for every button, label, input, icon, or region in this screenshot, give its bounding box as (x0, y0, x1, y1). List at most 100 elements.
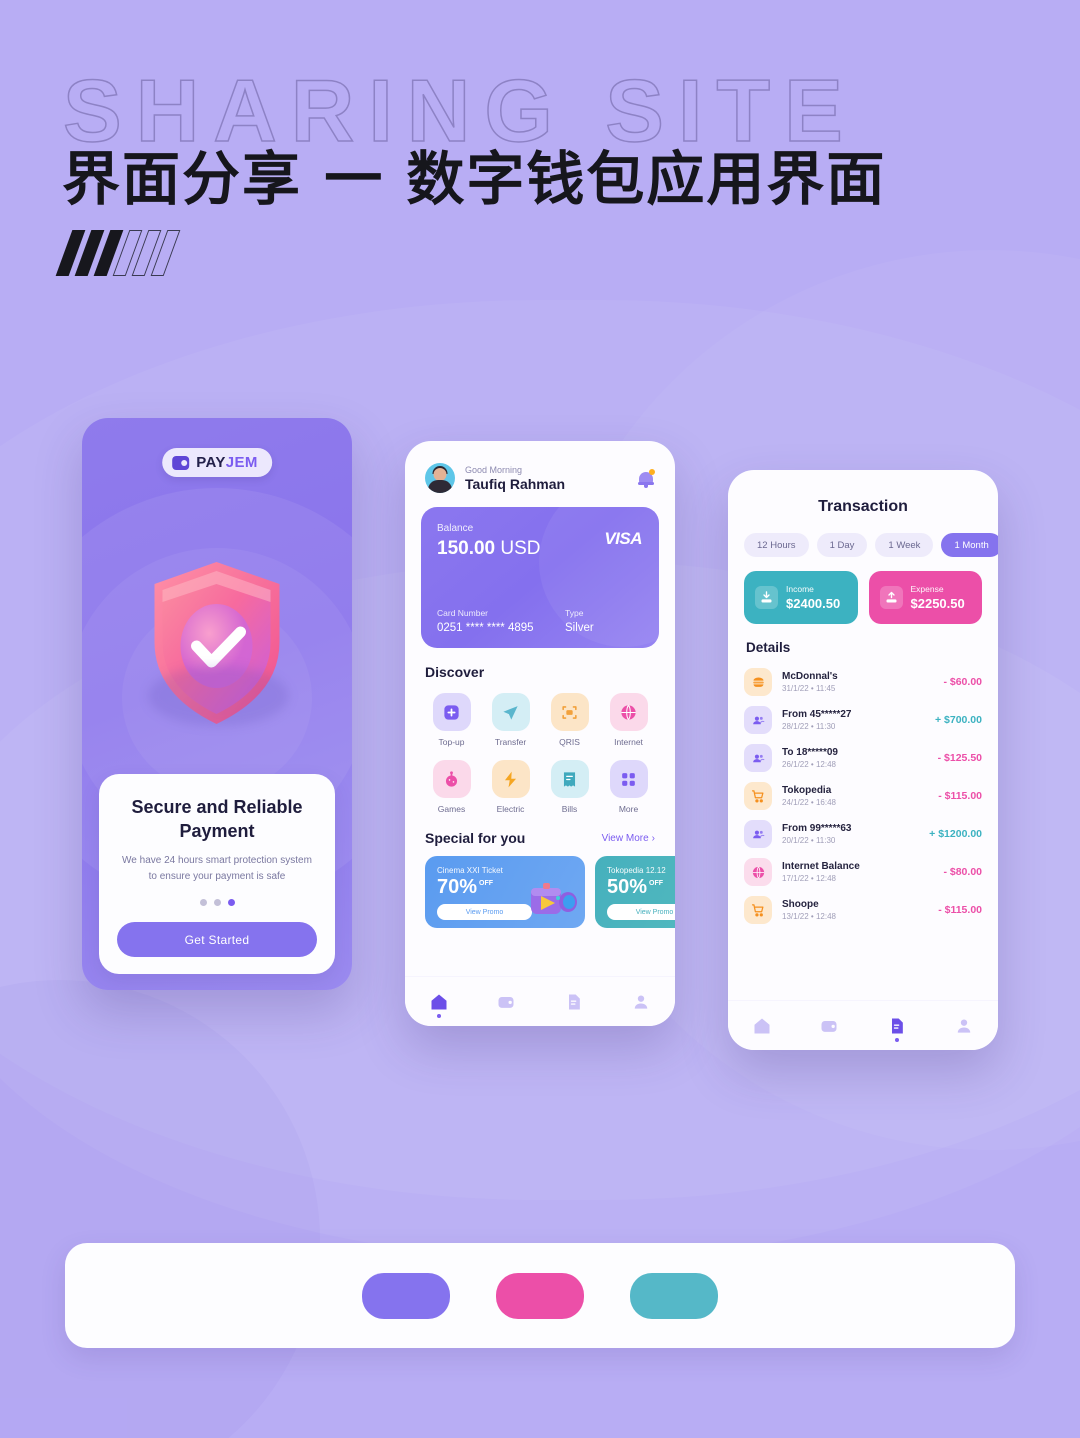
people-icon (744, 820, 772, 848)
filter-chip-12-hours[interactable]: 12 Hours (744, 533, 809, 557)
transaction-row[interactable]: From 99*****63 20/1/22 • 11:30 + $1200.0… (744, 815, 982, 853)
discover-item-internet[interactable]: Internet (602, 693, 655, 747)
logo-pay-text: PAY (196, 454, 226, 471)
balance-amount: 150.00 (437, 538, 496, 559)
pagination-dots[interactable] (117, 899, 317, 906)
nav-home[interactable] (747, 1011, 777, 1041)
bell-icon[interactable] (637, 468, 655, 488)
onboarding-title: Secure and Reliable Payment (131, 797, 303, 841)
transaction-row[interactable]: To 18*****09 26/1/22 • 12:48 - $125.50 (744, 739, 982, 777)
summary-card-income[interactable]: Income $2400.50 (744, 571, 858, 624)
promo-card[interactable]: Cinema XXI Ticket 70% OFF View Promo (425, 856, 585, 928)
transaction-meta: 17/1/22 • 12:48 (782, 874, 836, 883)
discover-item-qris[interactable]: QRIS (543, 693, 596, 747)
transaction-name: Internet Balance (782, 861, 860, 872)
transaction-meta: 26/1/22 • 12:48 (782, 760, 836, 769)
nav-person[interactable] (949, 1011, 979, 1041)
wallet-icon (172, 455, 190, 470)
discover-item-transfer[interactable]: Transfer (484, 693, 537, 747)
transaction-row[interactable]: Internet Balance 17/1/22 • 12:48 - $80.0… (744, 853, 982, 891)
transaction-list: McDonnal's 31/1/22 • 11:45 - $60.00 From… (728, 655, 998, 929)
nav-wallet[interactable] (491, 987, 521, 1017)
nav-document[interactable] (559, 987, 589, 1017)
summary-value: $2250.50 (910, 596, 965, 611)
burger-icon (744, 668, 772, 696)
summary-row: Income $2400.50 Expense $2250.50 (728, 557, 998, 624)
transaction-meta: 20/1/22 • 11:30 (782, 836, 836, 845)
discover-title: Discover (425, 664, 485, 680)
discover-item-label: Internet (614, 737, 643, 747)
promo-off-suffix: OFF (649, 880, 664, 888)
promo-off-suffix: OFF (479, 880, 494, 888)
transaction-amount: + $1200.00 (929, 828, 982, 840)
page-header: SHARING SITE 界面分享 一 数字钱包应用界面 (0, 0, 1080, 300)
view-more-button[interactable]: View More › (602, 833, 655, 844)
nav-document[interactable] (882, 1011, 912, 1042)
phone-home-screen: Good Morning Taufiq Rahman Balance 150.0… (405, 441, 675, 1026)
transaction-name: To 18*****09 (782, 747, 838, 758)
discover-item-more[interactable]: More (602, 760, 655, 814)
promo-title: Cinema XXI Ticket (437, 866, 503, 875)
transaction-row[interactable]: McDonnal's 31/1/22 • 11:45 - $60.00 (744, 663, 982, 701)
grid-dots-icon (609, 760, 648, 798)
transaction-row[interactable]: Shoope 13/1/22 • 12:48 - $115.00 (744, 891, 982, 929)
transaction-row[interactable]: From 45*****27 28/1/22 • 11:30 + $700.00 (744, 701, 982, 739)
color-palette-bar (65, 1243, 1015, 1348)
discover-item-label: Bills (561, 804, 578, 814)
summary-card-expense[interactable]: Expense $2250.50 (868, 571, 982, 624)
details-title: Details (746, 640, 791, 655)
transaction-amount: - $115.00 (938, 904, 982, 916)
shield-check-3d-illustration (125, 546, 310, 751)
onboarding-description: We have 24 hours smart protection system… (122, 855, 312, 882)
phone-onboarding-screen: PAYJEM Secure and Reliable Payment We ha… (82, 418, 352, 990)
greeting-text: Good Morning (465, 464, 523, 475)
discover-item-games[interactable]: Games (425, 760, 478, 814)
nav-wallet[interactable] (814, 1011, 844, 1041)
balance-card[interactable]: Balance 150.00 USD VISA Card Number 0251… (421, 507, 659, 648)
filter-chip-1-day[interactable]: 1 Day (816, 533, 868, 557)
discover-item-label: Transfer (494, 737, 527, 747)
joystick-icon (432, 760, 471, 798)
transaction-name: From 45*****27 (782, 709, 852, 720)
people-icon (744, 706, 772, 734)
transaction-amount: - $60.00 (943, 676, 982, 688)
profile-header: Good Morning Taufiq Rahman (405, 441, 675, 507)
promo-list: Cinema XXI Ticket 70% OFF View Promo Toko… (405, 846, 675, 928)
card-type-label: Type (565, 608, 584, 618)
view-promo-button[interactable]: View Promo (607, 904, 675, 920)
card-type-value: Silver (565, 622, 594, 634)
nav-person[interactable] (626, 987, 656, 1017)
globe-icon (744, 858, 772, 886)
people-icon (744, 744, 772, 772)
color-swatch[interactable] (496, 1272, 584, 1319)
nav-home[interactable] (424, 987, 454, 1018)
discover-item-label: Electric (496, 804, 525, 814)
special-title: Special for you (425, 830, 526, 846)
special-header: Special for you View More › (405, 814, 675, 846)
bottom-navigation (728, 1000, 998, 1050)
transaction-title: Transaction (818, 498, 908, 515)
color-swatch[interactable] (630, 1272, 718, 1319)
discover-item-bills[interactable]: Bills (543, 760, 596, 814)
balance-currency: USD (500, 538, 541, 559)
discover-grid: Top-up Transfer QRIS Internet Games Elec… (425, 693, 655, 814)
discover-section: Discover Top-up Transfer QRIS Internet G… (405, 648, 675, 814)
avatar[interactable] (425, 463, 455, 493)
color-swatch[interactable] (362, 1272, 450, 1319)
view-promo-button[interactable]: View Promo (437, 904, 532, 920)
promo-card[interactable]: Tokopedia 12.12 50% OFF View Promo (595, 856, 675, 928)
transaction-amount: + $700.00 (934, 714, 982, 726)
paper-plane-icon (491, 693, 530, 731)
view-more-label: View More (601, 832, 649, 844)
get-started-button[interactable]: Get Started (117, 922, 317, 957)
transaction-meta: 24/1/22 • 16:48 (782, 798, 836, 807)
transaction-row[interactable]: Tokopedia 24/1/22 • 16:48 - $115.00 (744, 777, 982, 815)
summary-value: $2400.50 (786, 596, 841, 611)
download-arrow-icon (755, 586, 778, 609)
discover-item-label: QRIS (559, 737, 580, 747)
filter-chip-1-month[interactable]: 1 Month (941, 533, 998, 557)
filter-chip-1-week[interactable]: 1 Week (875, 533, 934, 557)
discover-item-top-up[interactable]: Top-up (425, 693, 478, 747)
globe-icon (609, 693, 648, 731)
discover-item-electric[interactable]: Electric (484, 760, 537, 814)
